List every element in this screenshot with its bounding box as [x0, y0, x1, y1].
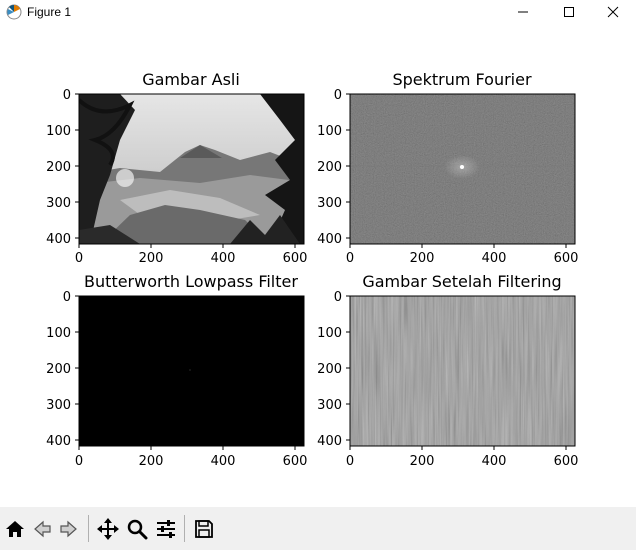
close-icon [607, 6, 619, 18]
subplot-title: Gambar Setelah Filtering [362, 272, 561, 291]
figure-svg: Gambar Asli 0 200 400 600 0 100 200 300 … [46, 70, 578, 469]
y-axis-ticks: 0 100 200 300 400 [46, 290, 79, 449]
tick-label: 200 [317, 160, 342, 175]
tick-label: 0 [346, 454, 354, 469]
tick-label: 600 [554, 251, 579, 266]
tick-label: 200 [410, 251, 435, 266]
save-button[interactable] [191, 516, 217, 542]
zoom-icon [127, 519, 148, 540]
minimize-button[interactable] [500, 0, 546, 24]
back-button[interactable] [29, 516, 55, 542]
tick-label: 400 [317, 232, 342, 247]
pan-button[interactable] [95, 516, 121, 542]
matplotlib-icon [5, 3, 23, 21]
tick-label: 300 [317, 196, 342, 211]
x-axis-ticks: 0 200 400 600 [346, 446, 579, 469]
save-icon [195, 520, 213, 538]
tick-label: 400 [46, 232, 71, 247]
tick-label: 400 [46, 434, 71, 449]
tick-label: 400 [482, 251, 507, 266]
forward-icon [60, 520, 77, 538]
pan-icon [97, 518, 119, 540]
tick-label: 100 [46, 326, 71, 341]
toolbar-separator [88, 515, 89, 542]
tick-label: 600 [283, 454, 308, 469]
subplot-butterworth-filter: Butterworth Lowpass Filter 0 200 400 600 [46, 272, 307, 469]
home-icon [6, 521, 24, 537]
figure-canvas[interactable]: Gambar Asli 0 200 400 600 0 100 200 300 … [0, 24, 636, 507]
configure-subplots-button[interactable] [153, 516, 179, 542]
window-title: Figure 1 [27, 5, 72, 19]
tick-label: 600 [554, 454, 579, 469]
filtered-image [350, 296, 575, 446]
y-axis-ticks: 0 100 200 300 400 [317, 88, 350, 247]
back-icon [34, 520, 51, 538]
filter-image [79, 296, 304, 446]
tick-label: 200 [46, 160, 71, 175]
forward-button[interactable] [56, 516, 82, 542]
tick-label: 300 [46, 196, 71, 211]
y-axis-ticks: 0 100 200 300 400 [46, 88, 79, 247]
navigation-toolbar [0, 507, 636, 550]
tick-label: 100 [317, 124, 342, 139]
tick-label: 400 [211, 454, 236, 469]
subplot-title: Spektrum Fourier [392, 70, 532, 89]
y-axis-ticks: 0 100 200 300 400 [317, 290, 350, 449]
tick-label: 200 [46, 362, 71, 377]
window-titlebar: Figure 1 [0, 0, 636, 24]
maximize-icon [564, 7, 574, 17]
tick-label: 0 [63, 88, 71, 103]
x-axis-ticks: 0 200 400 600 [346, 244, 579, 266]
tick-label: 300 [46, 398, 71, 413]
tick-label: 200 [410, 454, 435, 469]
tick-label: 0 [75, 454, 83, 469]
subplot-fourier-spectrum: Spektrum Fourier 0 200 400 600 0 100 200… [317, 70, 578, 266]
original-image [79, 94, 304, 244]
tick-label: 0 [334, 290, 342, 305]
tick-label: 200 [139, 454, 164, 469]
tick-label: 400 [211, 251, 236, 266]
x-axis-ticks: 0 200 400 600 [75, 244, 308, 266]
close-button[interactable] [590, 0, 636, 24]
tick-label: 0 [346, 251, 354, 266]
tick-label: 600 [283, 251, 308, 266]
configure-subplots-icon [157, 520, 175, 538]
subplot-title: Butterworth Lowpass Filter [84, 272, 298, 291]
tick-label: 400 [317, 434, 342, 449]
tick-label: 400 [482, 454, 507, 469]
zoom-button[interactable] [124, 516, 150, 542]
maximize-button[interactable] [546, 0, 592, 24]
home-button[interactable] [2, 516, 28, 542]
subplot-original: Gambar Asli 0 200 400 600 0 100 200 300 … [46, 70, 307, 266]
x-axis-ticks: 0 200 400 600 [75, 446, 308, 469]
tick-label: 0 [334, 88, 342, 103]
toolbar-separator [184, 515, 185, 542]
tick-label: 100 [317, 326, 342, 341]
tick-label: 0 [75, 251, 83, 266]
subplot-title: Gambar Asli [142, 70, 240, 89]
tick-label: 0 [63, 290, 71, 305]
subplot-filtered-image: Gambar Setelah Filtering 0 200 400 600 0… [317, 272, 578, 469]
minimize-icon [518, 11, 528, 13]
spectrum-image [350, 94, 575, 244]
tick-label: 300 [317, 398, 342, 413]
tick-label: 100 [46, 124, 71, 139]
tick-label: 200 [317, 362, 342, 377]
tick-label: 200 [139, 251, 164, 266]
